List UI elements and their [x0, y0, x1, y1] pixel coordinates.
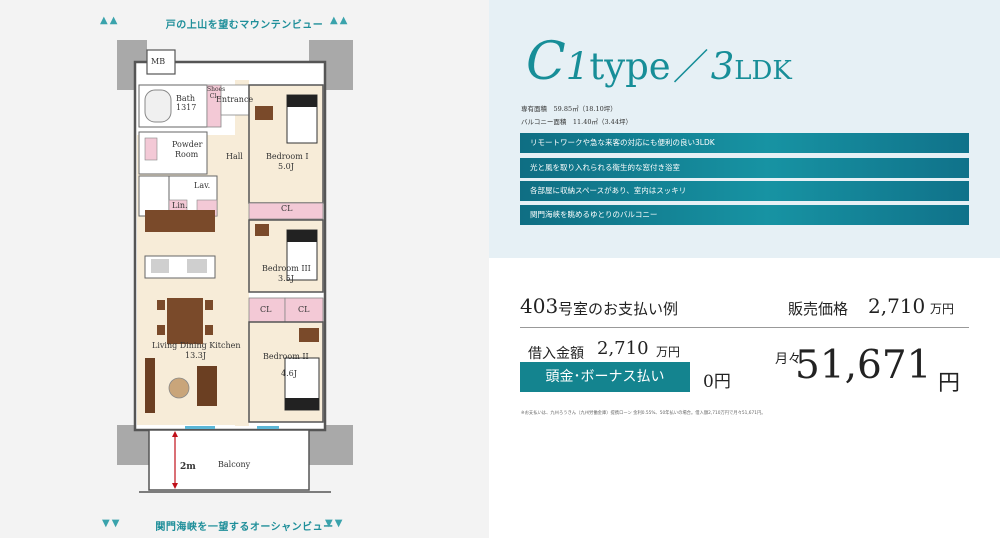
bedroom-2-size: 4.6J [281, 369, 297, 378]
floor-plan-panel: ▲▲ 戸の上山を望むマウンテンビュー ▲▲ MB Bath 1317 Shoes… [0, 0, 489, 538]
exclusive-area: 専有面積 59.85㎡（18.10坪） [521, 105, 617, 113]
price-label: 販売価格 [788, 300, 849, 318]
bottom-view-caption: 関門海峡を一望するオーシャンビュー [155, 522, 334, 533]
entrance-label: Entrance [216, 95, 254, 104]
ldk-label: Living Dining Kitchen [152, 341, 241, 350]
type-title: C1type／3LDK [526, 36, 792, 88]
bonus-value: 0円 [703, 372, 731, 392]
price-unit: 万円 [930, 302, 955, 316]
lav-label: Lav. [194, 181, 211, 190]
loan-label: 借入金額 [528, 346, 584, 362]
top-view-caption: 戸の上山を望むマウンテンビュー [165, 20, 324, 31]
feature-bar: リモートワークや急な来客の対応にも便利の良い3LDK [520, 133, 969, 153]
payment-note: ※お支払いは、九州ろうきん（九州労働金庫）提携ローン 金利0.55%、50年払い… [521, 411, 766, 416]
balcony-area: バルコニー面積 11.40㎡（3.44坪） [521, 118, 632, 126]
monthly-label: 月々 [775, 352, 802, 367]
down-arrow-icons: ▼▼ [325, 518, 345, 529]
hall-label: Hall [226, 152, 243, 161]
bedroom-1-size: 5.0J [278, 162, 294, 171]
ldk-size: 13.3J [185, 351, 207, 360]
room-payment-label: 号室のお支払い例 [558, 300, 679, 318]
layout-ldk: LDK [734, 56, 792, 86]
monthly-unit: 円 [938, 371, 961, 396]
monthly-value: 51,671 [795, 343, 932, 388]
closet-3-label: CL [298, 305, 310, 314]
feature-bar: 光と風を取り入れられる衛生的な窓付き浴室 [520, 158, 969, 178]
bath-size: 1317 [176, 103, 197, 112]
feature-bar: 各部屋に収納スペースがあり、室内はスッキリ [520, 181, 969, 201]
bonus-payment-label: 頭金･ボーナス払い [520, 362, 690, 392]
bedroom-3-label: Bedroom III [262, 264, 311, 273]
powder-label: Powder [172, 140, 203, 149]
type-letter: C [526, 32, 566, 92]
loan-value: 2,710 [597, 338, 649, 359]
closet-1-label: CL [281, 204, 293, 213]
bedroom-3-size: 3.5J [278, 274, 294, 283]
type-word: type [589, 45, 671, 88]
feature-bar: 関門海峡を眺めるゆとりのバルコニー [520, 205, 969, 225]
room-number: 403 [520, 294, 559, 318]
powder-label-2: Room [175, 150, 199, 159]
dimension-label: 2m [180, 462, 196, 472]
loan-unit: 万円 [656, 345, 681, 359]
type-slash: ／ [672, 47, 709, 88]
mb-label: MB [151, 57, 166, 66]
closet-2-label: CL [260, 305, 272, 314]
bedroom-1-label: Bedroom I [266, 152, 309, 161]
divider [520, 327, 969, 328]
floor-plan [117, 40, 353, 498]
balcony-label: Balcony [218, 460, 251, 469]
bedroom-2-label: Bedroom II [263, 352, 309, 361]
up-arrow-icons: ▲▲ [330, 15, 350, 26]
lin-label: Lin. [172, 201, 188, 210]
layout-number: 3 [710, 45, 735, 88]
price-value: 2,710 [868, 294, 926, 318]
type-number: 1 [565, 45, 590, 88]
